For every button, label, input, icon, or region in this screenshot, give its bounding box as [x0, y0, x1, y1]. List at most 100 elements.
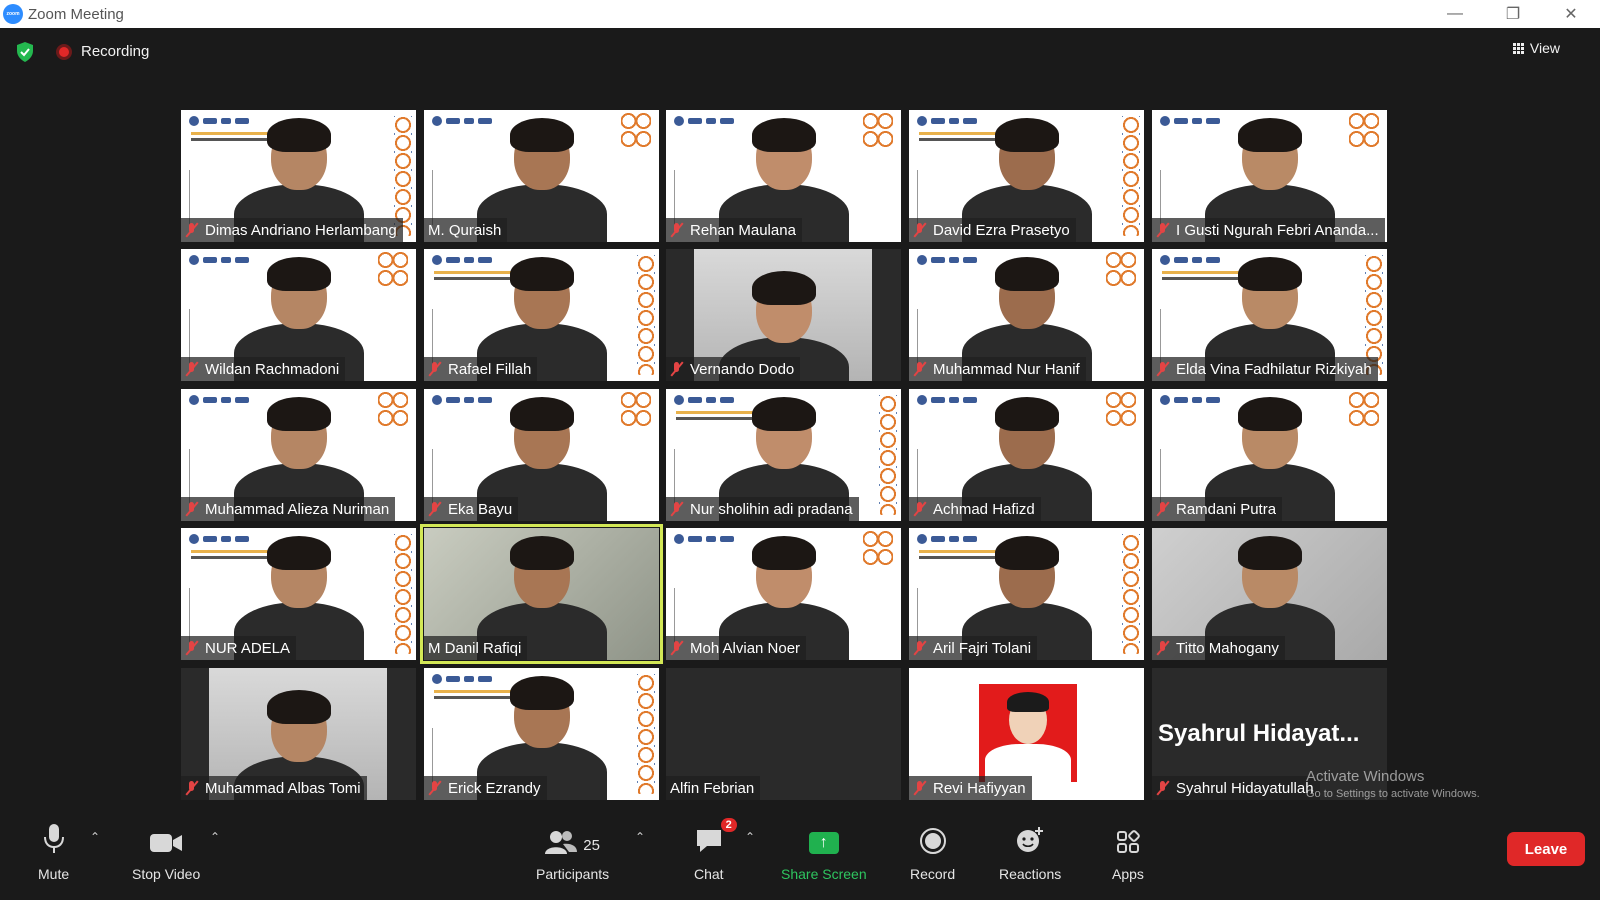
apps-icon	[1116, 824, 1140, 854]
chat-options-caret-icon[interactable]: ⌃	[745, 830, 755, 844]
participant-name-tag: M. Quraish	[424, 218, 508, 242]
slide-line	[189, 170, 190, 225]
slide-line	[189, 309, 190, 364]
mic-muted-icon	[428, 502, 442, 516]
mic-muted-icon	[1156, 781, 1170, 795]
participant-video-tile[interactable]: Achmad Hafizd	[909, 389, 1144, 521]
participant-video-tile[interactable]: I Gusti Ngurah Febri Ananda...	[1152, 110, 1387, 242]
participant-name-tag: Muhammad Nur Hanif	[909, 357, 1086, 381]
encryption-shield-icon[interactable]	[16, 42, 34, 62]
participant-name: I Gusti Ngurah Febri Ananda...	[1176, 221, 1379, 239]
slide-line	[674, 170, 675, 225]
view-button[interactable]: View	[1512, 40, 1560, 56]
mic-muted-icon	[428, 362, 442, 376]
meeting-toolbar: Mute ⌃ Stop Video ⌃ 25 Participants ⌃ 2 …	[0, 812, 1600, 900]
slide-line	[917, 588, 918, 643]
participants-icon: 25	[545, 824, 600, 854]
participant-video-tile[interactable]: Muhammad Albas Tomi	[181, 668, 416, 800]
profile-photo	[979, 684, 1077, 782]
slide-pattern	[1122, 534, 1140, 654]
participants-options-caret-icon[interactable]: ⌃	[635, 830, 645, 844]
participant-video-tile[interactable]: M. Quraish	[424, 110, 659, 242]
minimize-button[interactable]: —	[1426, 0, 1484, 28]
participant-name: Titto Mahogany	[1176, 639, 1279, 657]
reactions-button[interactable]: Reactions	[999, 824, 1061, 882]
window-titlebar: zoom Zoom Meeting — ❐ ✕	[0, 0, 1600, 28]
participant-name: Alfin Febrian	[670, 779, 755, 797]
video-options-caret-icon[interactable]: ⌃	[210, 830, 220, 844]
participant-name: Muhammad Albas Tomi	[205, 779, 361, 797]
participant-video-tile[interactable]: Muhammad Alieza Nuriman	[181, 389, 416, 521]
participant-video-tile[interactable]: Wildan Rachmadoni	[181, 249, 416, 381]
participant-name-tag: Nur sholihin adi pradana	[666, 497, 859, 521]
participant-video-tile[interactable]: NUR ADELA	[181, 528, 416, 660]
stop-video-button[interactable]: Stop Video	[132, 824, 200, 882]
participant-name-tag: Rafael Fillah	[424, 357, 538, 381]
participant-name: Rafael Fillah	[448, 360, 532, 378]
participant-video-tile[interactable]: Alfin Febrian	[666, 668, 901, 800]
participant-video-tile[interactable]: Rafael Fillah	[424, 249, 659, 381]
participant-name-tag: M Danil Rafiqi	[424, 636, 528, 660]
participant-name: David Ezra Prasetyo	[933, 221, 1070, 239]
recording-dot-icon	[56, 43, 72, 60]
record-icon	[919, 824, 946, 854]
slide-pattern	[1122, 116, 1140, 236]
slide-line	[674, 588, 675, 643]
apps-button[interactable]: Apps	[1112, 824, 1144, 882]
participant-video-tile[interactable]: Aril Fajri Tolani	[909, 528, 1144, 660]
participant-video-tile[interactable]: M Danil Rafiqi	[420, 524, 663, 664]
participant-video-tile[interactable]: Elda Vina Fadhilatur Rizkiyah	[1152, 249, 1387, 381]
record-button[interactable]: Record	[910, 824, 955, 882]
window-controls: — ❐ ✕	[1426, 0, 1600, 28]
audio-options-caret-icon[interactable]: ⌃	[90, 830, 100, 844]
slide-pattern	[637, 255, 655, 375]
participant-video-tile[interactable]: Rehan Maulana	[666, 110, 901, 242]
participant-video-tile[interactable]: Dimas Andriano Herlambang	[181, 110, 416, 242]
mic-muted-icon	[1156, 362, 1170, 376]
participant-video-tile[interactable]: Titto Mahogany	[1152, 528, 1387, 660]
mic-muted-icon	[185, 641, 199, 655]
participant-video-tile[interactable]: Vernando Dodo	[666, 249, 901, 381]
slide-pattern	[863, 112, 893, 148]
chat-button[interactable]: 2 Chat	[694, 818, 737, 882]
slide-pattern	[378, 391, 408, 427]
participant-video-tile[interactable]: Nur sholihin adi pradana	[666, 389, 901, 521]
participant-name: NUR ADELA	[205, 639, 291, 657]
slide-line	[432, 170, 433, 225]
participants-button[interactable]: 25 Participants	[536, 824, 609, 882]
participant-video-tile[interactable]: Ramdani Putra	[1152, 389, 1387, 521]
mic-muted-icon	[428, 781, 442, 795]
participant-name-tag: David Ezra Prasetyo	[909, 218, 1076, 242]
slide-pattern	[637, 674, 655, 794]
restore-button[interactable]: ❐	[1484, 0, 1542, 28]
zoom-logo-text: zoom	[6, 11, 20, 17]
participant-name: Revi Hafiyyan	[933, 779, 1026, 797]
share-screen-label: Share Screen	[781, 866, 867, 882]
participant-video-tile[interactable]: Muhammad Nur Hanif	[909, 249, 1144, 381]
participant-name-tag: Wildan Rachmadoni	[181, 357, 346, 381]
participant-name-tag: Moh Alvian Noer	[666, 636, 807, 660]
participant-name-tag: Vernando Dodo	[666, 357, 801, 381]
chat-unread-badge: 2	[720, 818, 737, 832]
participant-name: Dimas Andriano Herlambang	[205, 221, 397, 239]
participant-video-tile[interactable]: Eka Bayu	[424, 389, 659, 521]
slide-line	[189, 449, 190, 504]
participant-video-tile[interactable]: Moh Alvian Noer	[666, 528, 901, 660]
participant-video-tile[interactable]: Erick Ezrandy	[424, 668, 659, 800]
slide-line	[1160, 170, 1161, 225]
participant-name: Moh Alvian Noer	[690, 639, 801, 657]
grid-view-icon	[1512, 42, 1524, 54]
close-button[interactable]: ✕	[1542, 0, 1600, 28]
share-screen-button[interactable]: ↑ Share Screen	[781, 824, 867, 882]
leave-button[interactable]: Leave	[1507, 832, 1585, 866]
view-label: View	[1529, 40, 1560, 56]
recording-label: Recording	[81, 43, 150, 60]
share-screen-arrow-icon: ↑	[808, 832, 839, 854]
participant-video-tile[interactable]: David Ezra Prasetyo	[909, 110, 1144, 242]
mic-muted-icon	[185, 781, 199, 795]
recording-indicator[interactable]: Recording	[56, 43, 149, 60]
participant-video-tile[interactable]: Revi Hafiyyan	[909, 668, 1144, 800]
mic-muted-icon	[185, 502, 199, 516]
mute-button[interactable]: Mute	[38, 824, 69, 882]
chat-bubble-icon: 2	[695, 818, 737, 854]
